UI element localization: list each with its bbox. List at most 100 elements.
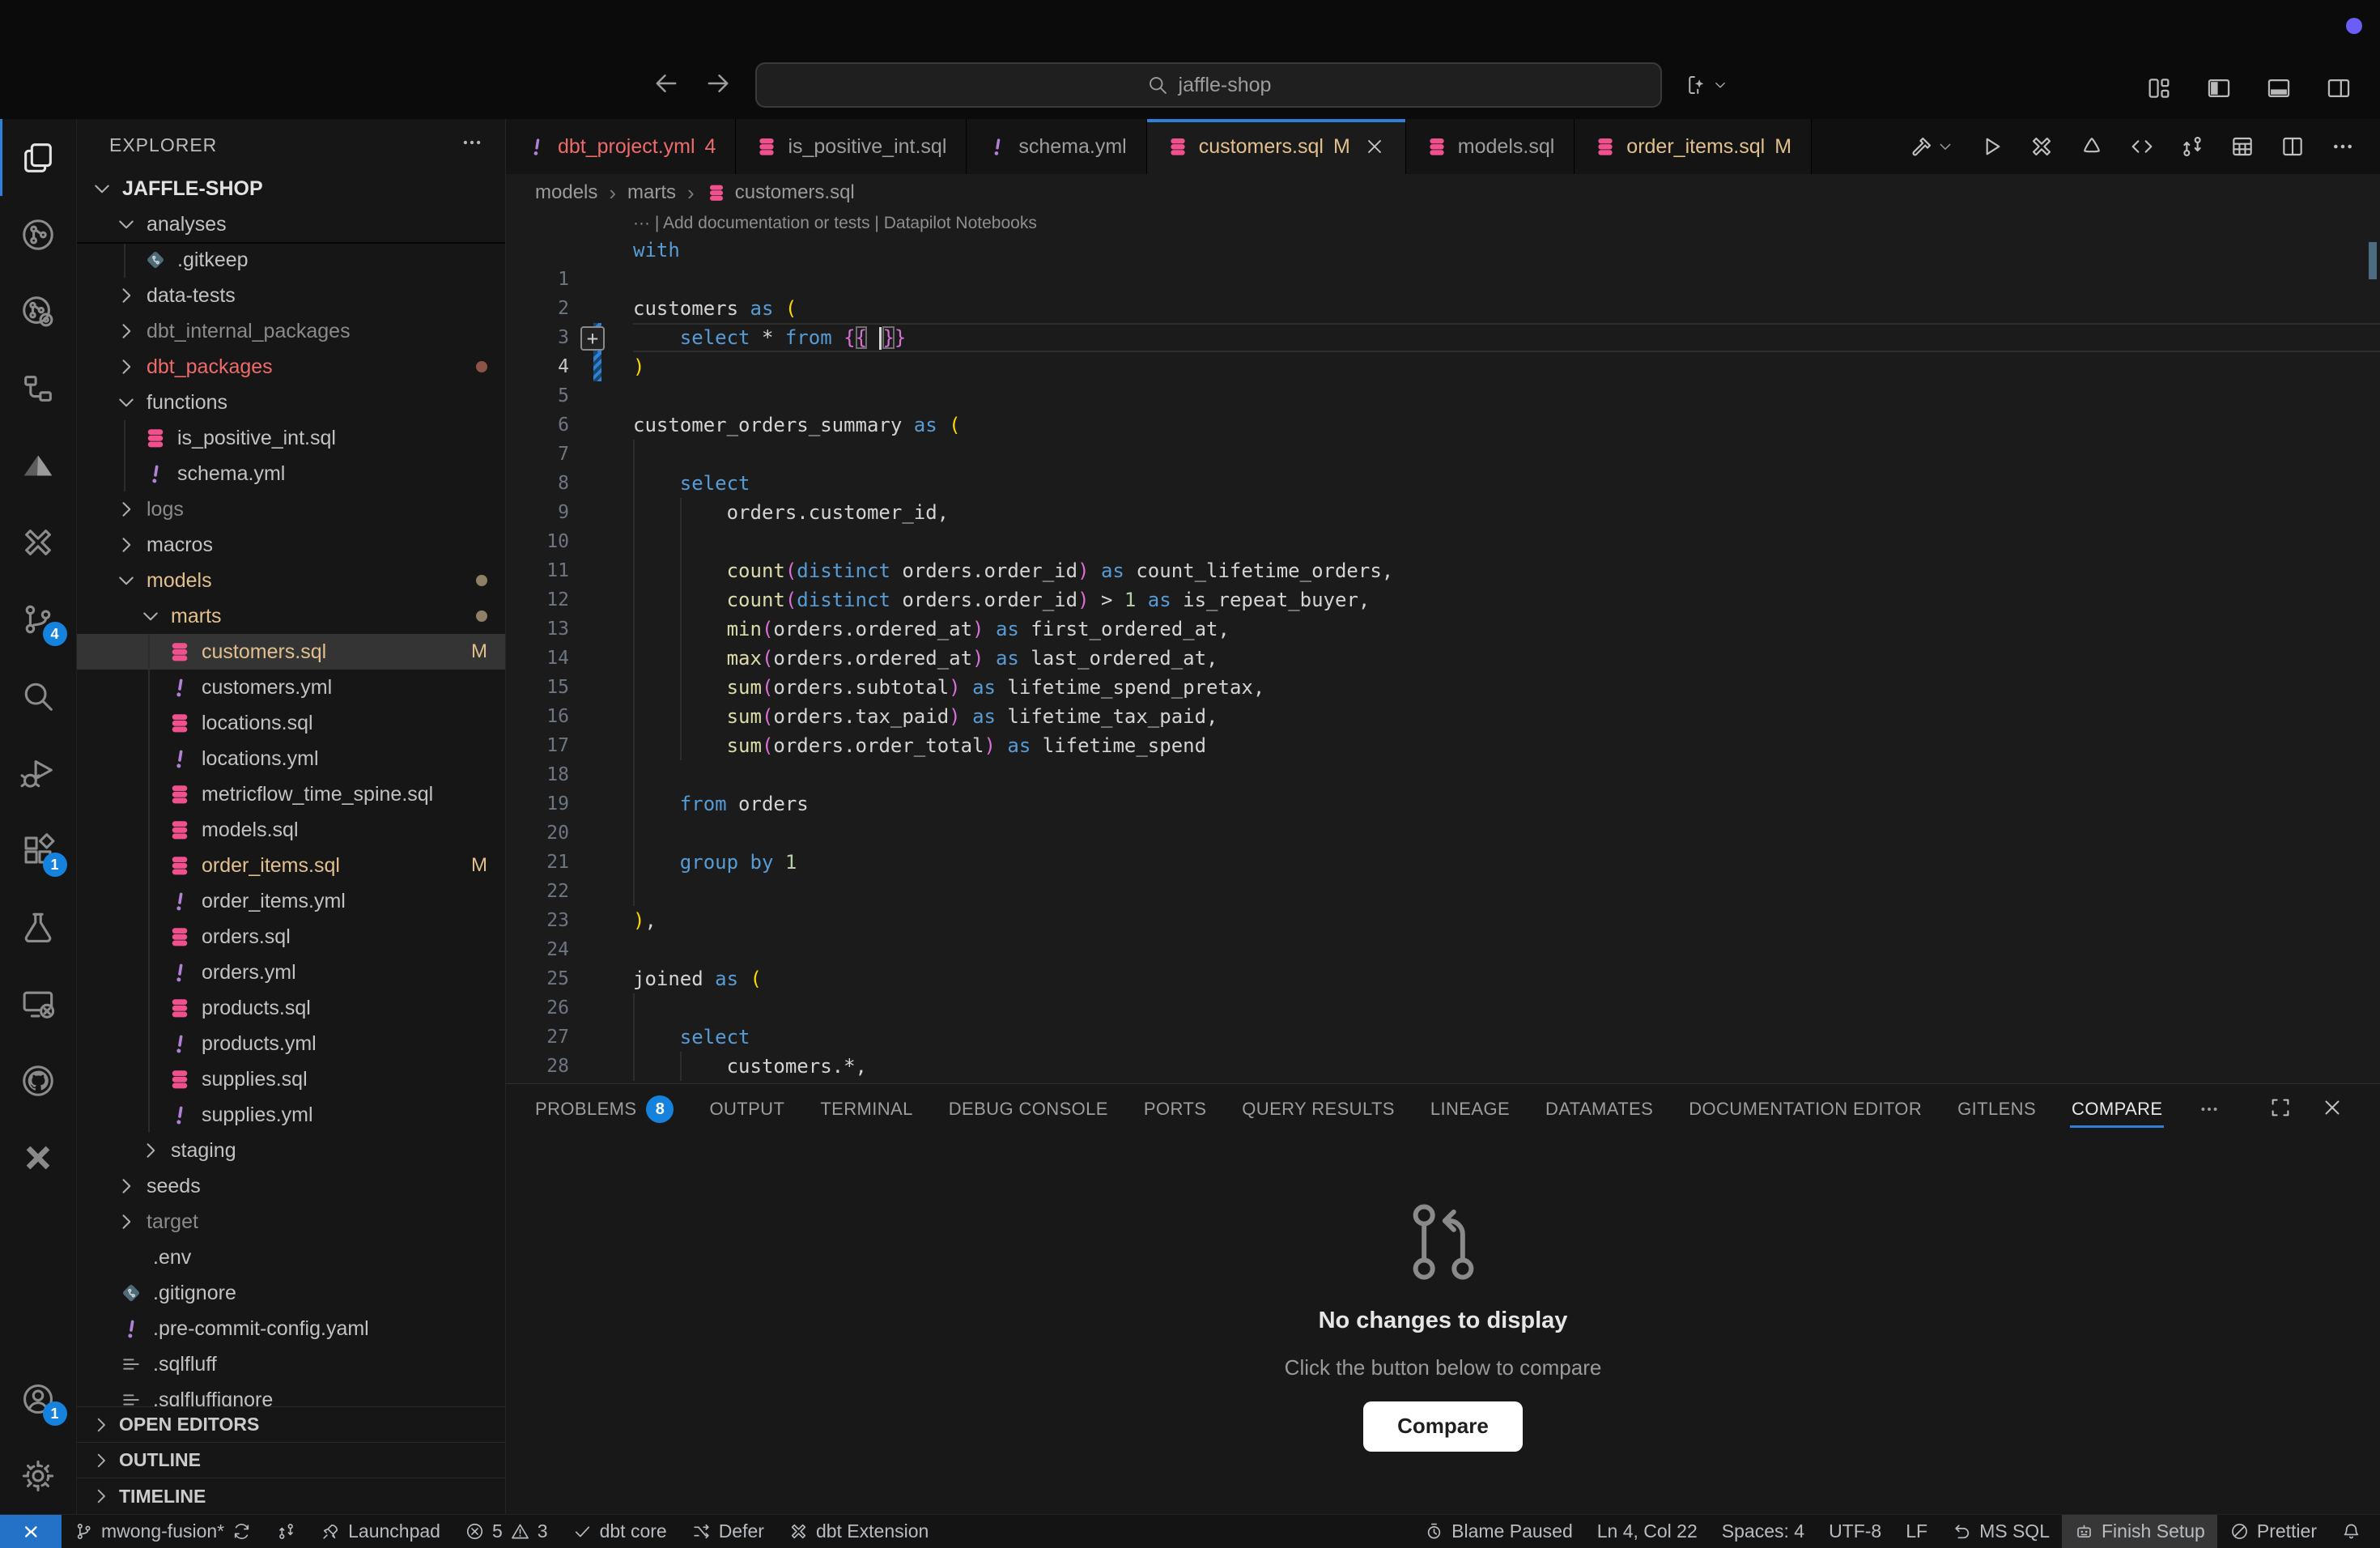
- remote-indicator[interactable]: [0, 1515, 62, 1548]
- activity-explorer[interactable]: [0, 119, 77, 196]
- altimate-ai-button[interactable]: [2079, 134, 2105, 159]
- panel-tab-output[interactable]: OUTPUT: [691, 1084, 802, 1134]
- status-eol[interactable]: LF: [1893, 1515, 1940, 1548]
- activity-dbt-lineage[interactable]: [0, 273, 77, 350]
- activity-run-and-debug[interactable]: [0, 734, 77, 811]
- code-line-10[interactable]: 10 orders.customer_id,: [506, 498, 2380, 527]
- code-line-5[interactable]: 5 ): [506, 352, 2380, 381]
- tree-item-logs[interactable]: logs: [77, 491, 505, 527]
- status-prettier[interactable]: Prettier: [2217, 1515, 2329, 1548]
- code-line-26[interactable]: 26 joined as (: [506, 964, 2380, 993]
- code-line-14[interactable]: 14 min(orders.ordered_at) as first_order…: [506, 615, 2380, 644]
- activity-settings[interactable]: [0, 1437, 77, 1514]
- show-compiled-code-button[interactable]: [2129, 134, 2155, 159]
- tree-item-functions[interactable]: functions: [77, 385, 505, 420]
- code-line-4[interactable]: 4 select * from {{ }}: [506, 323, 2380, 352]
- more-actions-button[interactable]: [2330, 134, 2356, 159]
- activity-dbt-extension[interactable]: [0, 1119, 77, 1196]
- code-line-21[interactable]: 21: [506, 819, 2380, 848]
- status-dbt-core[interactable]: dbt core: [560, 1515, 679, 1548]
- run-query-button[interactable]: [1978, 134, 2004, 159]
- compare-button[interactable]: Compare: [1363, 1401, 1523, 1452]
- status-finish-setup[interactable]: Finish Setup: [2062, 1515, 2217, 1548]
- panel-tab-gitlens[interactable]: GITLENS: [1940, 1084, 2054, 1134]
- sidebar-section-open-editors[interactable]: OPEN EDITORS: [77, 1407, 505, 1443]
- status-git-branch[interactable]: mwong-fusion*: [62, 1515, 264, 1548]
- tree-item-models[interactable]: models: [77, 563, 505, 598]
- tree-item-order_items.yml[interactable]: order_items.yml: [77, 883, 505, 919]
- navigate-back-button[interactable]: [652, 69, 681, 102]
- code-line-7[interactable]: 7 customer_orders_summary as (: [506, 410, 2380, 440]
- panel-tab-query-results[interactable]: QUERY RESULTS: [1224, 1084, 1413, 1134]
- tree-item-data-tests[interactable]: data-tests: [77, 278, 505, 313]
- tree-item-locations.yml[interactable]: locations.yml: [77, 741, 505, 776]
- code-line-15[interactable]: 15 max(orders.ordered_at) as last_ordere…: [506, 644, 2380, 673]
- code-line-24[interactable]: 24 ),: [506, 906, 2380, 935]
- panel-tab-terminal[interactable]: TERMINAL: [802, 1084, 930, 1134]
- tab-dbt_project.yml[interactable]: dbt_project.yml 4: [506, 119, 736, 174]
- panel-tab-ports[interactable]: PORTS: [1126, 1084, 1224, 1134]
- activity-altimate-datapilot[interactable]: [0, 427, 77, 504]
- code-line-6[interactable]: 6: [506, 381, 2380, 410]
- toggle-primary-sidebar-button[interactable]: [2205, 74, 2233, 106]
- activity-source-control[interactable]: 4: [0, 580, 77, 657]
- status-notifications[interactable]: [2329, 1515, 2374, 1548]
- panel-tab-datamates[interactable]: DATAMATES: [1528, 1084, 1671, 1134]
- activity-dbt-power-user[interactable]: [0, 196, 77, 273]
- status-dbt-extension-status[interactable]: dbt Extension: [776, 1515, 941, 1548]
- tree-item-dbt_internal_packages[interactable]: dbt_internal_packages: [77, 313, 505, 349]
- breadcrumb[interactable]: models marts customers.sql: [506, 174, 2380, 211]
- tab-schema.yml[interactable]: schema.yml: [967, 119, 1146, 174]
- status-defer[interactable]: Defer: [679, 1515, 776, 1548]
- code-line-3[interactable]: 3 customers as (: [506, 294, 2380, 323]
- code-line-2[interactable]: 2: [506, 265, 2380, 294]
- add-button[interactable]: [580, 326, 605, 351]
- code-line-28[interactable]: 28 select: [506, 1023, 2380, 1052]
- customize-layout-button[interactable]: [2145, 74, 2173, 106]
- code-line-11[interactable]: 11: [506, 527, 2380, 556]
- tree-item-.sqlfluff[interactable]: .sqlfluff: [77, 1346, 505, 1382]
- breadcrumb-item[interactable]: models: [535, 181, 597, 204]
- status-encoding[interactable]: UTF-8: [1817, 1515, 1893, 1548]
- tab-order_items.sql[interactable]: order_items.sql M: [1575, 119, 1812, 174]
- code-line-20[interactable]: 20 from orders: [506, 789, 2380, 819]
- status-problems-summary[interactable]: 53: [453, 1515, 560, 1548]
- tree-item-supplies.sql[interactable]: supplies.sql: [77, 1061, 505, 1097]
- command-center-search[interactable]: jaffle-shop: [755, 62, 1662, 108]
- maximize-panel-button[interactable]: [2268, 1095, 2293, 1124]
- tree-item-seeds[interactable]: seeds: [77, 1168, 505, 1204]
- close-panel-button[interactable]: [2320, 1095, 2344, 1124]
- tree-item-.sqlfluffignore[interactable]: .sqlfluffignore: [77, 1382, 505, 1406]
- code-line-22[interactable]: 22 group by 1: [506, 848, 2380, 877]
- code-line-17[interactable]: 17 sum(orders.tax_paid) as lifetime_tax_…: [506, 702, 2380, 731]
- activity-accounts[interactable]: 1: [0, 1360, 77, 1437]
- tree-item-models.sql[interactable]: models.sql: [77, 812, 505, 848]
- tree-item-.env[interactable]: .env: [77, 1240, 505, 1275]
- sidebar-section-outline[interactable]: OUTLINE: [77, 1443, 505, 1478]
- dbt-action-button[interactable]: [2029, 134, 2055, 159]
- breadcrumb-item[interactable]: customers.sql: [706, 181, 855, 204]
- code-line-18[interactable]: 18 sum(orders.order_total) as lifetime_s…: [506, 731, 2380, 760]
- code-line-1[interactable]: 1 with: [506, 236, 2380, 265]
- activity-testing[interactable]: [0, 888, 77, 965]
- tree-item-order_items.sql[interactable]: order_items.sqlM: [77, 848, 505, 883]
- code-line-12[interactable]: 12 count(distinct orders.order_id) as co…: [506, 556, 2380, 585]
- status-compare-working-tree[interactable]: [264, 1515, 308, 1548]
- tab-models.sql[interactable]: models.sql: [1406, 119, 1575, 174]
- panel-tab-debug-console[interactable]: DEBUG CONSOLE: [931, 1084, 1126, 1134]
- tree-item-macros[interactable]: macros: [77, 527, 505, 563]
- activity-flowchart-view[interactable]: [0, 350, 77, 427]
- tree-item-is_positive_int.sql[interactable]: is_positive_int.sql: [77, 420, 505, 456]
- breadcrumb-item[interactable]: marts: [627, 181, 676, 204]
- tree-item-locations.sql[interactable]: locations.sql: [77, 705, 505, 741]
- tree-item-marts[interactable]: marts: [77, 598, 505, 634]
- tab-is_positive_int.sql[interactable]: is_positive_int.sql: [736, 119, 967, 174]
- code-line-16[interactable]: 16 sum(orders.subtotal) as lifetime_spen…: [506, 673, 2380, 702]
- status-blame-status[interactable]: Blame Paused: [1412, 1515, 1585, 1548]
- tab-customers.sql[interactable]: customers.sql M: [1147, 119, 1406, 174]
- code-lens[interactable]: ··· | Add documentation or tests | Datap…: [506, 211, 2380, 236]
- code-line-29[interactable]: 29 customers.*,: [506, 1052, 2380, 1081]
- status-launchpad[interactable]: Launchpad: [308, 1515, 453, 1548]
- activity-dbt-view[interactable]: [0, 504, 77, 580]
- new-window-actions-button[interactable]: [1685, 73, 1728, 97]
